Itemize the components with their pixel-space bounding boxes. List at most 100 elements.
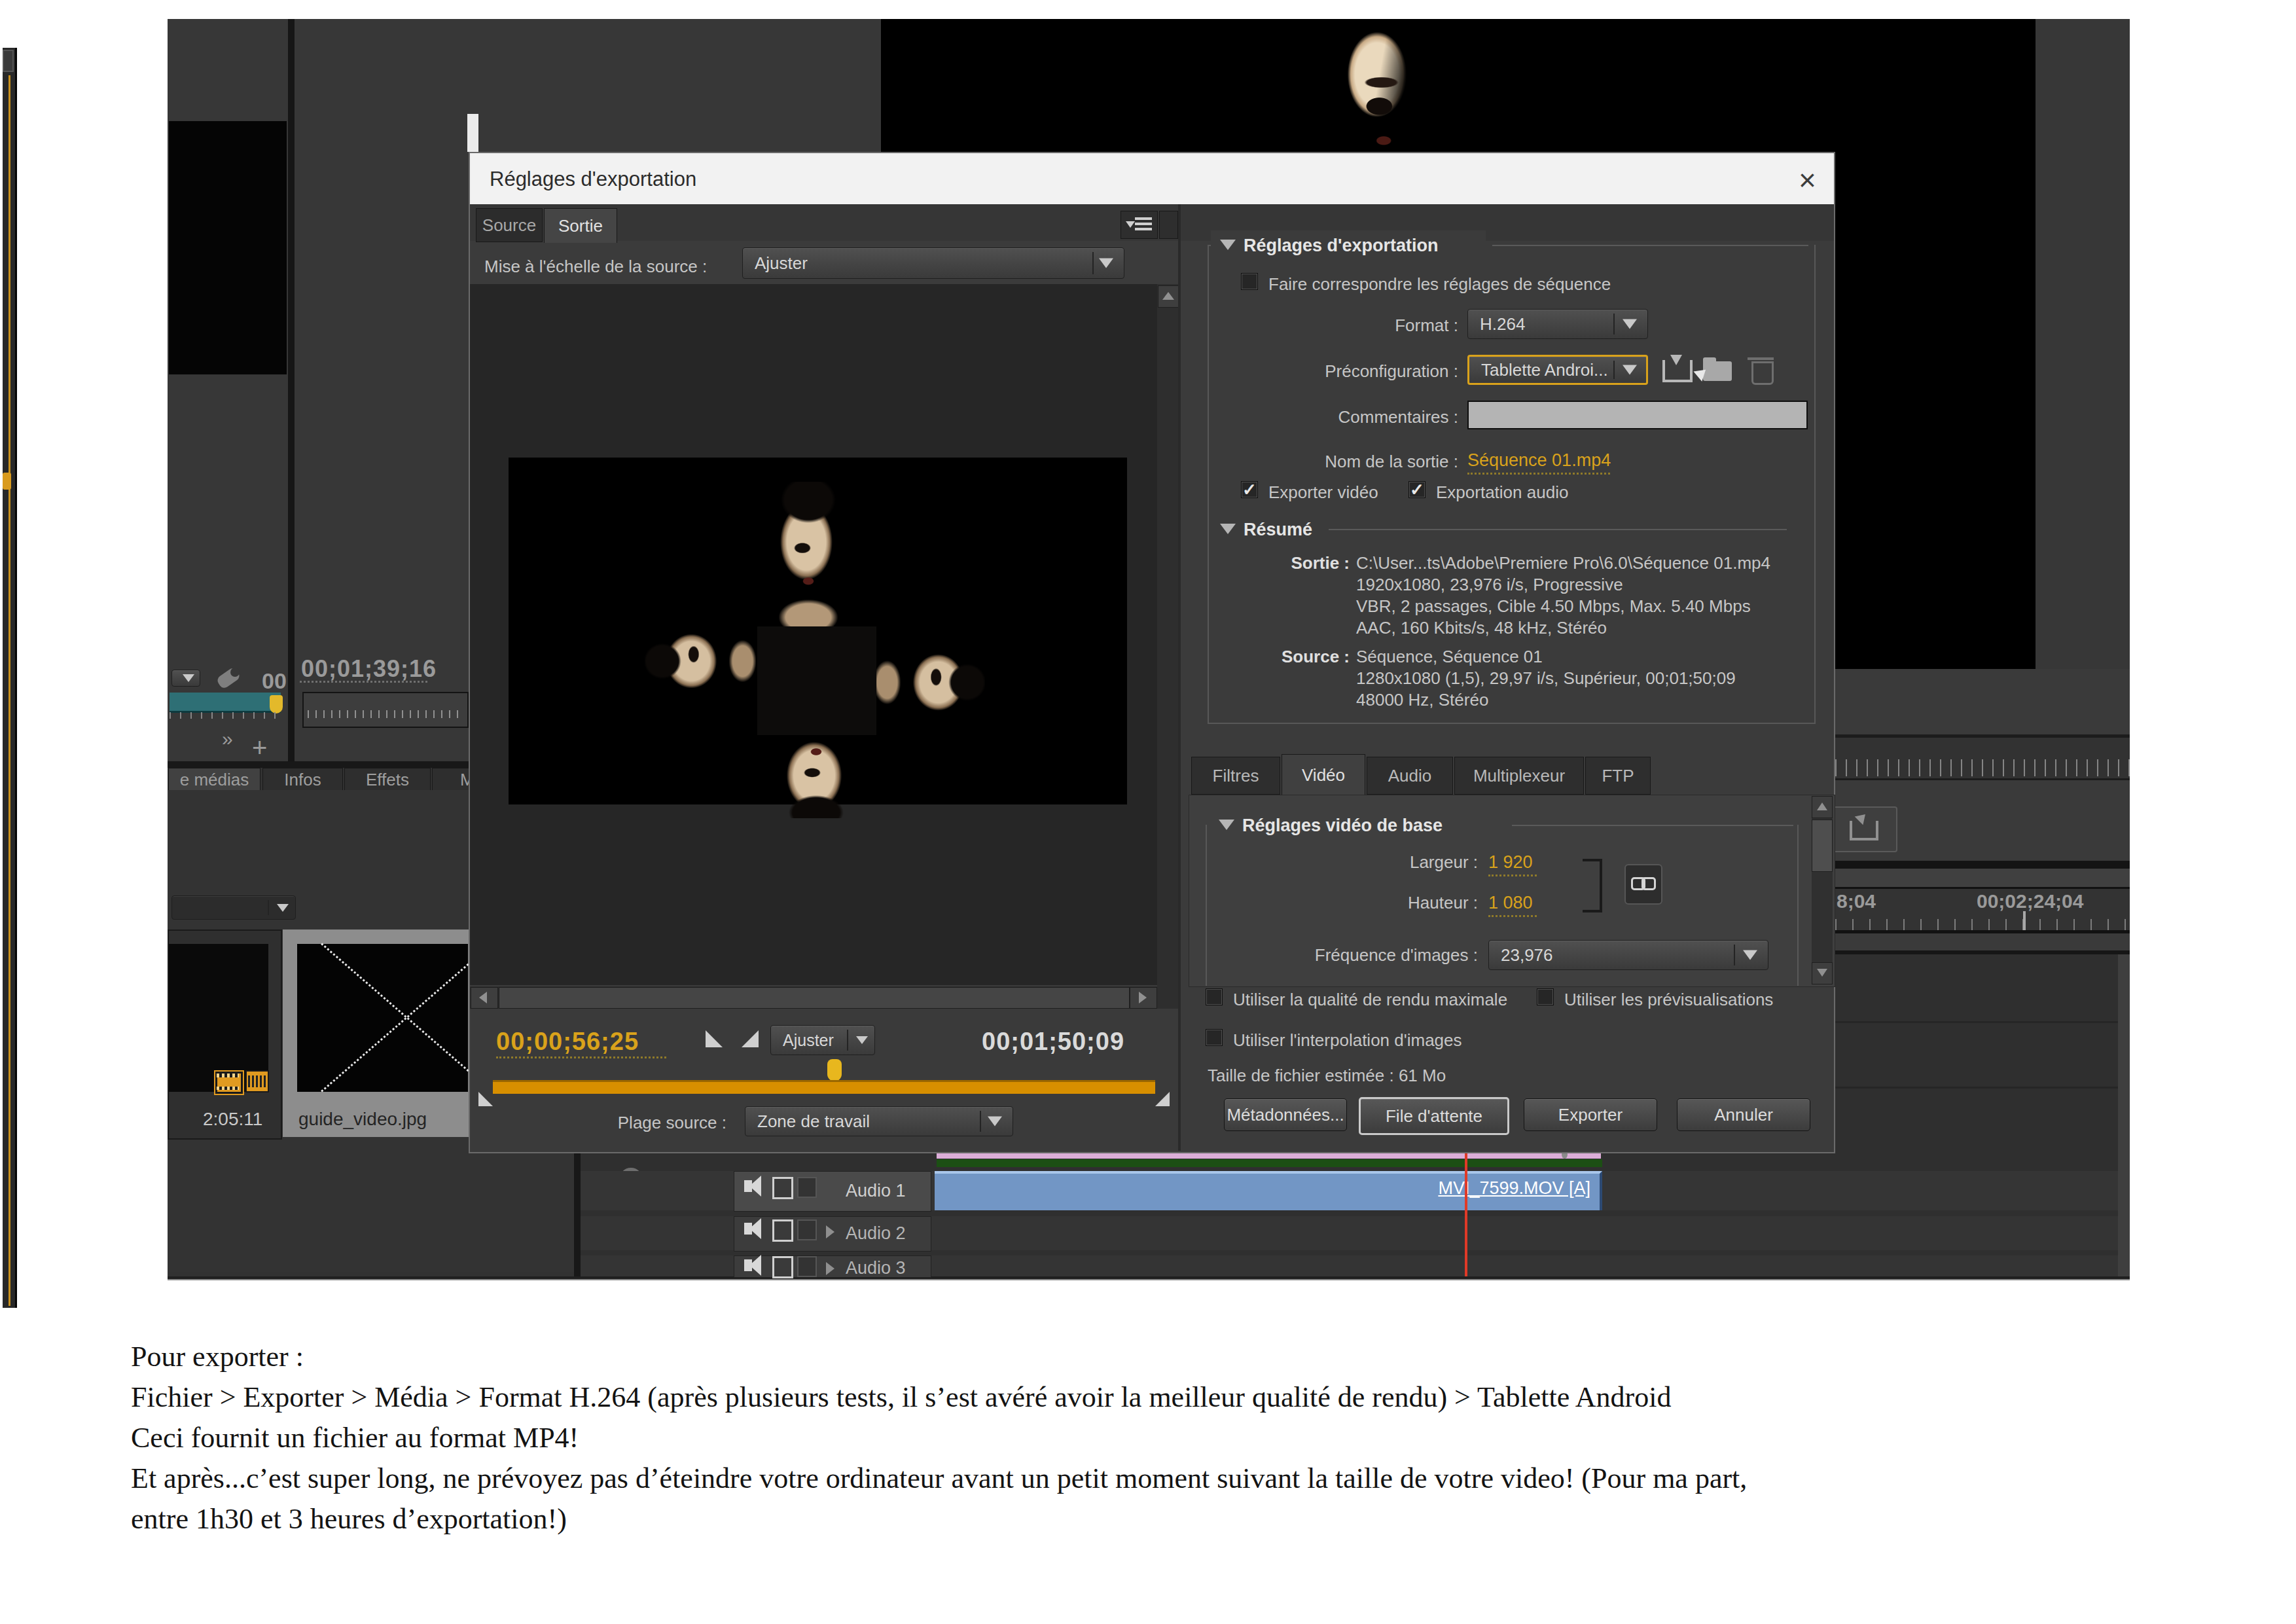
scale-label: Mise à l'échelle de la source :	[484, 257, 707, 277]
tab-multiplexeur[interactable]: Multiplexeur	[1454, 757, 1584, 795]
delete-preset-lid	[1748, 357, 1774, 360]
track-line-1	[1835, 1021, 2130, 1023]
export-audio-checkbox[interactable]: ✓	[1408, 481, 1426, 498]
tab-video[interactable]: Vidéo	[1282, 754, 1365, 795]
previews-checkbox[interactable]	[1537, 988, 1554, 1005]
hscroll-right-tri	[1139, 992, 1147, 1003]
height-label: Hauteur :	[1334, 893, 1478, 913]
metadata-button[interactable]: Métadonnées...	[1224, 1098, 1347, 1131]
film-icon-holes	[217, 1074, 239, 1077]
timeline-right-scrollbar[interactable]	[2118, 954, 2130, 1276]
toggle-box-a3[interactable]	[797, 1256, 817, 1277]
scale-dropdown[interactable]: Ajuster	[742, 247, 1124, 279]
teal-bar-marker[interactable]	[270, 695, 283, 713]
bin-tab-effets[interactable]: Effets	[344, 768, 431, 791]
tab-audio[interactable]: Audio	[1367, 757, 1453, 795]
timeline-ruler-bigtick	[2023, 911, 2026, 931]
bin-tab-infos[interactable]: Infos	[262, 768, 343, 791]
export-audio-label: Exportation audio	[1436, 482, 1568, 503]
preset-dropdown[interactable]: Tablette Androi...	[1467, 355, 1648, 385]
format-dropdown[interactable]: H.264	[1467, 309, 1648, 339]
preview-face-right	[874, 638, 985, 727]
panel-menu-icon	[1135, 217, 1152, 230]
queue-button[interactable]: File d'attente	[1359, 1097, 1509, 1135]
teal-workarea-bar[interactable]	[170, 693, 281, 713]
monitor-right-gap	[2036, 19, 2130, 669]
preview-vscroll[interactable]	[1157, 284, 1178, 1009]
preview-face-bottom	[767, 723, 865, 818]
toggle-box-a2[interactable]	[797, 1219, 817, 1240]
film-icon-holes2	[217, 1087, 239, 1090]
video-settings-header: Réglages vidéo de base	[1242, 816, 1443, 836]
delete-preset-icon[interactable]	[1751, 361, 1774, 385]
preview-hscroll-thumb[interactable]	[499, 987, 1130, 1009]
zoomin-tri-icon[interactable]	[706, 1030, 723, 1047]
tab-filtres[interactable]: Filtres	[1191, 757, 1280, 795]
height-value[interactable]: 1 080	[1488, 893, 1533, 913]
monitor-ruler-ticks	[1835, 759, 2130, 776]
summary-output-line1: C:\User...ts\Adobe\Premiere Pro\6.0\Séqu…	[1356, 553, 1770, 573]
scrubber-end-tri[interactable]	[1155, 1092, 1170, 1106]
width-underline	[1488, 875, 1537, 876]
trackicon-box-a3[interactable]	[772, 1256, 793, 1278]
output-name-underline	[1467, 473, 1610, 475]
toggle-box-a1[interactable]	[797, 1177, 817, 1198]
scrubber-start-tri[interactable]	[478, 1092, 493, 1106]
caption-block: Pour exporter : Fichier > Exporter > Méd…	[131, 1337, 1747, 1540]
previews-label: Utiliser les prévisualisations	[1564, 990, 1773, 1010]
trackicon-box-a2[interactable]	[772, 1219, 793, 1242]
output-name-link[interactable]: Séquence 01.mp4	[1467, 450, 1611, 471]
caption-line1: Pour exporter :	[131, 1337, 1747, 1377]
timeline-playhead-line[interactable]	[1465, 1153, 1467, 1276]
link-bracket-bot	[1583, 910, 1602, 912]
scrubber-playhead[interactable]	[827, 1059, 842, 1081]
vpanel-scroll-thumb[interactable]	[1812, 820, 1833, 872]
vpanel-up-tri	[1817, 803, 1827, 810]
max-quality-label: Utiliser la qualité de rendu maximale	[1233, 990, 1507, 1010]
collapse-chevrons[interactable]: »	[222, 728, 233, 750]
monitor-controls-band	[1835, 669, 2130, 734]
workarea-bar-pink[interactable]	[937, 1153, 1601, 1159]
export-settings-collapse-tri[interactable]	[1220, 240, 1236, 250]
timeline-header-band	[1835, 869, 2130, 889]
ruler-timecode-right: 00;02;24;04	[1977, 890, 2083, 912]
bin-tab-medias[interactable]: e médias	[168, 768, 260, 791]
max-quality-checkbox[interactable]	[1206, 988, 1223, 1005]
export-video-checkbox[interactable]: ✓	[1241, 481, 1258, 498]
video-settings-headerline	[1512, 825, 1793, 826]
video-settings-collapse-tri[interactable]	[1219, 820, 1234, 830]
source-range-dropdown[interactable]: Zone de travail	[745, 1106, 1013, 1136]
dialog-close-button[interactable]: ×	[1799, 162, 1816, 198]
timeline-band3	[1835, 933, 2130, 954]
import-preset-tab	[1703, 357, 1716, 363]
estimated-size: Taille de fichier estimée : 61 Mo	[1208, 1066, 1446, 1086]
preview-center-square	[757, 626, 876, 735]
height-underline	[1488, 915, 1537, 917]
add-button[interactable]: +	[252, 733, 267, 763]
summary-collapse-tri[interactable]	[1220, 524, 1236, 534]
dialog-tab-source[interactable]: Source	[476, 208, 543, 242]
timeline-clip-label: MVI_7599.MOV [A]	[1394, 1178, 1590, 1199]
cancel-button[interactable]: Annuler	[1677, 1098, 1810, 1131]
bin-search-field[interactable]	[171, 895, 296, 920]
expand-tri-a3[interactable]	[826, 1262, 834, 1275]
export-button[interactable]: Exporter	[1524, 1098, 1657, 1131]
bin-dropdown-small[interactable]	[171, 670, 200, 687]
expand-tri-a2[interactable]	[826, 1225, 834, 1238]
background-sliver	[467, 114, 478, 152]
framerate-dropdown[interactable]: 23,976	[1488, 940, 1768, 970]
scrubber-bar[interactable]	[493, 1080, 1155, 1094]
current-timecode[interactable]: 00;00;56;25	[496, 1028, 639, 1056]
width-value[interactable]: 1 920	[1488, 852, 1533, 873]
interpolation-checkbox[interactable]	[1206, 1029, 1223, 1046]
framerate-label: Fréquence d'images :	[1282, 945, 1478, 965]
vscroll-up-tri	[1162, 292, 1174, 300]
comments-field[interactable]	[1467, 401, 1808, 429]
fit-dropdown[interactable]: Ajuster	[770, 1025, 875, 1055]
dialog-tab-sortie[interactable]: Sortie	[544, 208, 617, 243]
dialog-pane-divider	[1178, 204, 1181, 1151]
trackicon-box-a1[interactable]	[772, 1177, 793, 1199]
zoomout-tri-icon[interactable]	[742, 1030, 759, 1047]
match-sequence-checkbox[interactable]	[1241, 273, 1258, 290]
tab-ftp[interactable]: FTP	[1585, 757, 1651, 795]
